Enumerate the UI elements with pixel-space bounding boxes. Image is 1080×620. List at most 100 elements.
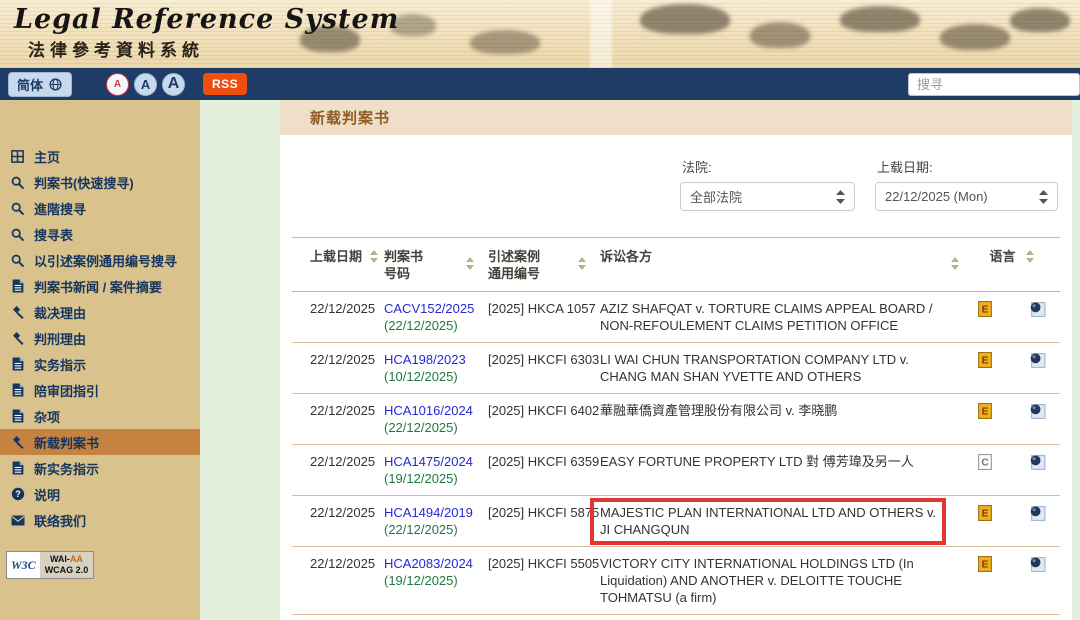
svg-text:E: E: [982, 356, 989, 367]
rss-button[interactable]: RSS: [203, 73, 247, 95]
sidebar-item[interactable]: 裁决理由: [0, 299, 200, 325]
globe-document-icon[interactable]: [1029, 403, 1046, 420]
gavel-icon: [10, 305, 25, 319]
sidebar-menu: 主页判案书(快速搜寻) 進階搜寻搜寻表以引述案例通用编号搜寻判案书新闻 / 案件摘…: [0, 100, 200, 620]
font-size-small-button[interactable]: A: [106, 73, 129, 96]
case-number-link[interactable]: HCA2083/2024: [384, 555, 488, 572]
english-judgment-icon[interactable]: E: [978, 301, 992, 317]
svg-text:E: E: [982, 560, 989, 571]
case-number-link[interactable]: HCA198/2023: [384, 351, 488, 368]
sidebar-item[interactable]: ? 说明: [0, 481, 200, 507]
parties-cell: 華融華僑資產管理股份有限公司 v. 李晓鹏: [600, 402, 963, 419]
case-number-link[interactable]: CACV152/2025: [384, 300, 488, 317]
upload-date-cell: 22/12/2025: [292, 402, 384, 419]
search-container: [908, 73, 1080, 96]
upload-date-select[interactable]: 22/12/2025 (Mon): [875, 182, 1058, 211]
font-size-large-button[interactable]: A: [162, 73, 185, 96]
document-icon: [10, 357, 25, 371]
column-header[interactable]: 判案书号码: [384, 248, 488, 282]
english-judgment-icon[interactable]: E: [978, 352, 992, 368]
language-cell: E: [963, 300, 1007, 317]
globe-icon: [48, 78, 63, 91]
sidebar-item[interactable]: 以引述案例通用编号搜寻: [0, 247, 200, 273]
translation-cell: [1007, 555, 1068, 573]
font-size-medium-button[interactable]: A: [134, 73, 157, 96]
judgment-row: 22/12/2025HCAL133/2021(22/12/2025)[2025]…: [292, 615, 1060, 620]
sort-icon: [370, 250, 378, 266]
column-header[interactable]: 诉讼各方: [600, 248, 963, 282]
sidebar-item[interactable]: 新载判案书: [0, 429, 200, 455]
sidebar-item[interactable]: 搜寻表: [0, 221, 200, 247]
filters-bar: 法院: 全部法院 上载日期: 22/12/2025 (Mon): [280, 157, 1058, 211]
judgment-date: (10/12/2025): [384, 368, 488, 385]
document-icon: [10, 409, 25, 423]
parties-text: EASY FORTUNE PROPERTY LTD 對 傅芳瑋及另一人: [600, 453, 949, 470]
svg-text:?: ?: [15, 489, 21, 499]
judgment-date: (19/12/2025): [384, 572, 488, 589]
content-header: 新载判案书: [280, 100, 1072, 135]
judgment-row: 22/12/2025HCA1475/2024(19/12/2025)[2025]…: [292, 445, 1060, 496]
sidebar-item[interactable]: 新实务指示: [0, 455, 200, 481]
sidebar-item[interactable]: 判案书新闻 / 案件摘要: [0, 273, 200, 299]
globe-document-icon[interactable]: [1029, 556, 1046, 573]
case-number-cell: HCA1016/2024(22/12/2025): [384, 402, 488, 436]
sidebar-item[interactable]: 主页: [0, 143, 200, 169]
case-number-link[interactable]: HCA1475/2024: [384, 453, 488, 470]
svg-text:C: C: [981, 458, 989, 469]
translation-cell: [1007, 402, 1068, 420]
sidebar-item[interactable]: 杂项: [0, 403, 200, 429]
judgment-date: (22/12/2025): [384, 419, 488, 436]
case-number-cell: HCA2083/2024(19/12/2025): [384, 555, 488, 589]
globe-document-icon[interactable]: [1029, 454, 1046, 471]
language-cell: E: [963, 351, 1007, 368]
judgment-row: 22/12/2025HCA1494/2019(22/12/2025)[2025]…: [292, 496, 1060, 547]
neutral-citation-cell: [2025] HKCFI 5505: [488, 555, 600, 572]
english-judgment-icon[interactable]: E: [978, 556, 992, 572]
column-header[interactable]: 引述案例通用编号: [488, 248, 600, 282]
document-icon: [10, 279, 25, 293]
legal-reference-system-page: Legal Reference System 法律參考資料系統 简体 A A A…: [0, 0, 1080, 620]
search-icon: [10, 228, 25, 241]
english-judgment-icon[interactable]: E: [978, 505, 992, 521]
sidebar-item[interactable]: 实务指示: [0, 351, 200, 377]
judgment-date: (22/12/2025): [384, 521, 488, 538]
sidebar-item[interactable]: 联络我们: [0, 507, 200, 533]
simplified-chinese-button[interactable]: 简体: [8, 72, 72, 97]
judgment-row: 22/12/2025CACV152/2025(22/12/2025)[2025]…: [292, 292, 1060, 343]
sort-icon: [466, 257, 474, 273]
sidebar-item[interactable]: 陪审团指引: [0, 377, 200, 403]
sort-icon: [1026, 250, 1034, 266]
case-number-cell: HCA1475/2024(19/12/2025): [384, 453, 488, 487]
parties-text: AZIZ SHAFQAT v. TORTURE CLAIMS APPEAL BO…: [600, 300, 949, 334]
search-input[interactable]: [908, 73, 1080, 96]
sidebar-item[interactable]: 判刑理由: [0, 325, 200, 351]
sidebar-item-label: 進階搜寻: [34, 199, 86, 218]
court-select[interactable]: 全部法院: [680, 182, 855, 211]
page-title: 新载判案书: [310, 107, 390, 128]
parties-cell: LI WAI CHUN TRANSPORTATION COMPANY LTD v…: [600, 351, 963, 385]
case-number-link[interactable]: HCA1016/2024: [384, 402, 488, 419]
neutral-citation-cell: [2025] HKCA 1057: [488, 300, 600, 317]
chinese-judgment-icon[interactable]: C: [978, 454, 992, 470]
english-judgment-icon[interactable]: E: [978, 403, 992, 419]
case-number-cell: HCA1494/2019(22/12/2025): [384, 504, 488, 538]
sidebar-item-label: 说明: [34, 485, 60, 504]
judgment-row: 22/12/2025HCA2083/2024(19/12/2025)[2025]…: [292, 547, 1060, 615]
wcag-conformance-badge[interactable]: W3CWAI-AAWCAG 2.0: [6, 551, 94, 579]
column-header[interactable]: 上载日期: [292, 248, 384, 282]
sidebar-item[interactable]: 判案书(快速搜寻): [0, 169, 200, 195]
globe-document-icon[interactable]: [1029, 505, 1046, 522]
upload-date-cell: 22/12/2025: [292, 351, 384, 368]
svg-text:E: E: [982, 407, 989, 418]
page-body: 主页判案书(快速搜寻) 進階搜寻搜寻表以引述案例通用编号搜寻判案书新闻 / 案件摘…: [0, 100, 1080, 620]
upload-date-cell: 22/12/2025: [292, 555, 384, 572]
svg-text:E: E: [982, 305, 989, 316]
column-header-label: 语言: [989, 248, 1015, 265]
gavel-icon: [10, 331, 25, 345]
case-number-link[interactable]: HCA1494/2019: [384, 504, 488, 521]
column-header[interactable]: 语言: [963, 248, 1060, 282]
globe-document-icon[interactable]: [1029, 301, 1046, 318]
globe-document-icon[interactable]: [1029, 352, 1046, 369]
sidebar-item[interactable]: 進階搜寻: [0, 195, 200, 221]
main-content: 新载判案书 法院: 全部法院 上载日期: 22/12/2025 (Mon): [280, 100, 1072, 620]
